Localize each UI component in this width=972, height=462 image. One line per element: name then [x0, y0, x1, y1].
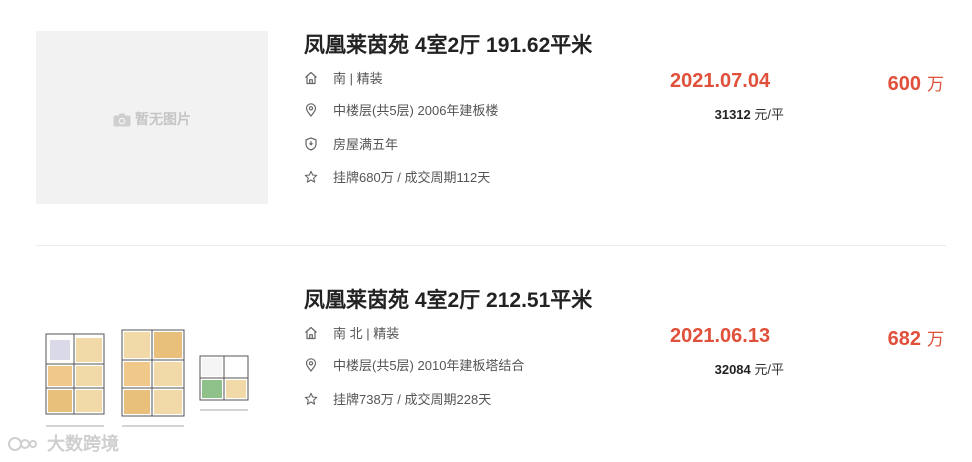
- unit-price: 32084 元/平: [690, 359, 784, 378]
- deal-date: 2021.07.04: [670, 70, 771, 92]
- listing-divider: [36, 245, 946, 246]
- listing-info-row: 挂牌680万 / 成交周期112天: [304, 170, 490, 186]
- floor-info-text: 中楼层(共5层) 2010年建板塔结合: [333, 358, 525, 373]
- listing-title[interactable]: 凤凰莱茵苑 4室2厅 191.62平米: [304, 29, 592, 59]
- orientation-decoration-text: 南 | 精装: [333, 71, 383, 86]
- tag-row: 房屋满五年: [304, 137, 398, 153]
- unit-price-value: 31312: [714, 107, 751, 122]
- listing-info-row: 挂牌738万 / 成交周期228天: [304, 392, 491, 408]
- orientation-decoration-text: 南 北 | 精装: [333, 326, 400, 341]
- house-icon: [304, 326, 318, 340]
- orientation-row: 南 | 精装: [304, 71, 383, 87]
- no-image-label: 暂无图片: [135, 111, 191, 127]
- listing-image-placeholder[interactable]: 暂无图片: [36, 31, 268, 204]
- unit-price-suffix: 元/平: [750, 362, 784, 377]
- floor-row: 中楼层(共5层) 2010年建板塔结合: [304, 358, 524, 374]
- total-price-value: 682: [887, 328, 921, 350]
- house-icon: [304, 71, 318, 85]
- total-price: 600 万: [860, 70, 944, 96]
- unit-price-value: 32084: [714, 362, 751, 377]
- unit-price-suffix: 元/平: [750, 107, 784, 122]
- watermark-text: 大数跨境: [47, 434, 120, 454]
- camera-icon: [113, 113, 131, 130]
- listing-info-text: 挂牌680万 / 成交周期112天: [333, 170, 491, 185]
- total-price-unit: 万: [927, 330, 944, 349]
- shield-icon: [304, 137, 318, 151]
- watermark-logo-icon: [8, 434, 47, 454]
- floor-info-text: 中楼层(共5层) 2006年建板楼: [333, 103, 499, 118]
- star-icon: [304, 170, 318, 184]
- total-price: 682 万: [860, 325, 944, 351]
- total-price-value: 600: [887, 73, 921, 95]
- location-pin-icon: [304, 103, 318, 117]
- unit-price: 31312 元/平: [690, 104, 784, 123]
- floor-row: 中楼层(共5层) 2006年建板楼: [304, 103, 498, 119]
- listing-info-text: 挂牌738万 / 成交周期228天: [333, 392, 492, 407]
- listing-card[interactable]: 凤凰莱茵苑 4室2厅 212.51平米 南 北 | 精装 中楼层(共5层) 20…: [0, 255, 972, 462]
- location-pin-icon: [304, 358, 318, 372]
- floor-plan-image[interactable]: [36, 326, 268, 446]
- deal-date: 2021.06.13: [670, 325, 771, 347]
- total-price-unit: 万: [927, 75, 944, 94]
- orientation-row: 南 北 | 精装: [304, 326, 399, 342]
- star-icon: [304, 392, 318, 406]
- tag-text: 房屋满五年: [333, 137, 399, 152]
- watermark: 大数跨境: [8, 430, 119, 456]
- listing-title[interactable]: 凤凰莱茵苑 4室2厅 212.51平米: [304, 284, 592, 314]
- listing-card[interactable]: 暂无图片 凤凰莱茵苑 4室2厅 191.62平米 南 | 精装 中楼层(共5层)…: [0, 0, 972, 230]
